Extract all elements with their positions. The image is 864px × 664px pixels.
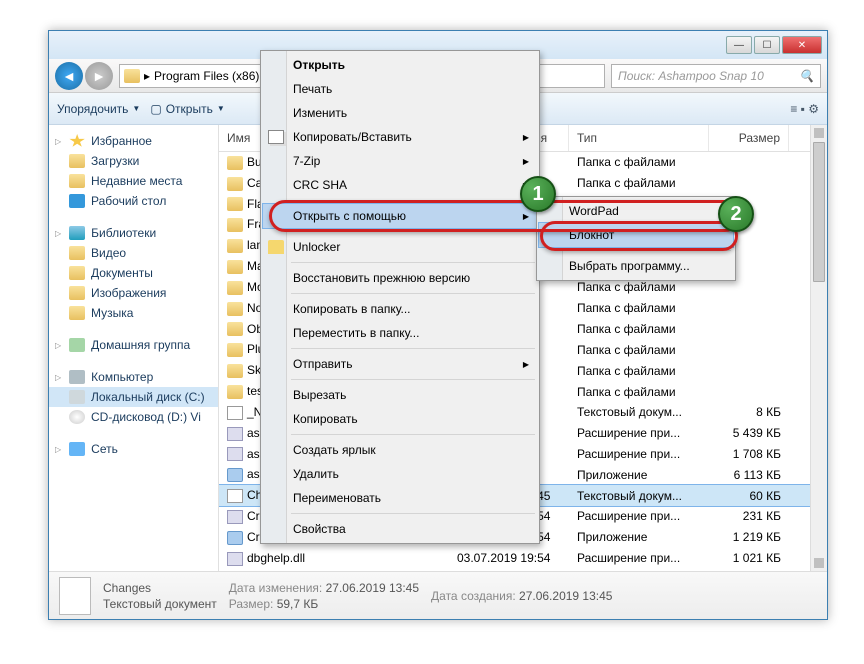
sidebar-computer[interactable]: Компьютер [49, 367, 218, 387]
search-icon: 🔍 [799, 69, 814, 83]
nav-forward-button[interactable]: ► [85, 62, 113, 90]
ctx-print[interactable]: Печать [263, 77, 537, 101]
sidebar-item-images[interactable]: Изображения [49, 283, 218, 303]
sidebar-item-downloads[interactable]: Загрузки [49, 151, 218, 171]
organize-button[interactable]: Упорядочить ▼ [57, 102, 140, 116]
openwith-submenu: WordPad Блокнот Выбрать программу... [536, 196, 736, 281]
dll-icon [227, 510, 243, 524]
ctx-7zip[interactable]: 7-Zip [263, 149, 537, 173]
sidebar-item-video[interactable]: Видео [49, 243, 218, 263]
sidebar-item-docs[interactable]: Документы [49, 263, 218, 283]
dll-icon [227, 447, 243, 461]
sidebar: Избранное Загрузки Недавние места Рабочи… [49, 125, 219, 571]
col-size[interactable]: Размер [709, 125, 789, 151]
lock-icon [268, 240, 284, 254]
dll-icon [227, 552, 243, 566]
submenu-wordpad[interactable]: WordPad [539, 199, 733, 223]
ctx-cut[interactable]: Вырезать [263, 383, 537, 407]
dll-icon [227, 427, 243, 441]
maximize-button[interactable]: ☐ [754, 36, 780, 54]
context-menu: Открыть Печать Изменить Копировать/Встав… [260, 50, 540, 544]
minimize-button[interactable]: — [726, 36, 752, 54]
search-input[interactable]: Поиск: Ashampoo Snap 10 🔍 [611, 64, 821, 88]
nav-back-button[interactable]: ◄ [55, 62, 83, 90]
sidebar-libraries[interactable]: Библиотеки [49, 223, 218, 243]
scroll-thumb[interactable] [813, 142, 825, 282]
sidebar-homegroup[interactable]: Домашняя группа [49, 335, 218, 355]
folder-icon [227, 177, 243, 191]
annotation-badge-2: 2 [718, 196, 754, 232]
ctx-restore[interactable]: Восстановить прежнюю версию [263, 266, 537, 290]
sidebar-favorites[interactable]: Избранное [49, 131, 218, 151]
folder-icon [227, 239, 243, 253]
search-placeholder: Поиск: Ashampoo Snap 10 [618, 69, 764, 83]
folder-icon [124, 69, 140, 83]
submenu-notepad[interactable]: Блокнот [539, 223, 733, 247]
folder-icon [227, 343, 243, 357]
ctx-edit[interactable]: Изменить [263, 101, 537, 125]
ctx-props[interactable]: Свойства [263, 517, 537, 541]
sidebar-item-desktop[interactable]: Рабочий стол [49, 191, 218, 211]
ctx-delete[interactable]: Удалить [263, 462, 537, 486]
folder-icon [227, 322, 243, 336]
ctx-unlocker[interactable]: Unlocker [263, 235, 537, 259]
ctx-open[interactable]: Открыть [263, 53, 537, 77]
txt-icon [227, 406, 243, 420]
folder-icon [227, 197, 243, 211]
ctx-copypaste[interactable]: Копировать/Вставить [263, 125, 537, 149]
open-button[interactable]: ▢ Открыть ▼ [150, 102, 224, 116]
annotation-badge-1: 1 [520, 176, 556, 212]
breadcrumb-path[interactable]: Program Files (x86) [154, 69, 259, 83]
folder-icon [227, 385, 243, 399]
sidebar-item-cddrive[interactable]: CD-дисковод (D:) Vi [49, 407, 218, 427]
txt-icon [227, 489, 243, 503]
submenu-choose[interactable]: Выбрать программу... [539, 254, 733, 278]
folder-icon [227, 302, 243, 316]
ctx-copy[interactable]: Копировать [263, 407, 537, 431]
file-row[interactable]: dbghelp.dll03.07.2019 19:54Расширение пр… [219, 548, 827, 569]
breadcrumb-sep: ▸ [144, 69, 150, 83]
sidebar-item-music[interactable]: Музыка [49, 303, 218, 323]
col-type[interactable]: Тип [569, 125, 709, 151]
ctx-sendto[interactable]: Отправить [263, 352, 537, 376]
ctx-moveto[interactable]: Переместить в папку... [263, 321, 537, 345]
ctx-openwith[interactable]: Открыть с помощью [263, 204, 537, 228]
folder-icon [227, 260, 243, 274]
exe-icon [227, 531, 243, 545]
exe-icon [227, 468, 243, 482]
ctx-rename[interactable]: Переименовать [263, 486, 537, 510]
ctx-copyto[interactable]: Копировать в папку... [263, 297, 537, 321]
scrollbar[interactable] [810, 125, 827, 571]
sidebar-network[interactable]: Сеть [49, 439, 218, 459]
status-filename: Changes [103, 581, 217, 595]
folder-icon [227, 281, 243, 295]
ctx-crc[interactable]: CRC SHA [263, 173, 537, 197]
statusbar: Changes Текстовый документ Дата изменени… [49, 571, 827, 619]
sidebar-item-localdisk[interactable]: Локальный диск (C:) [49, 387, 218, 407]
ctx-shortcut[interactable]: Создать ярлык [263, 438, 537, 462]
folder-icon [227, 156, 243, 170]
status-filetype: Текстовый документ [103, 597, 217, 611]
sidebar-item-recent[interactable]: Недавние места [49, 171, 218, 191]
folder-icon [227, 218, 243, 232]
view-buttons[interactable]: ≡ ▪ ⚙ [790, 102, 819, 116]
folder-icon [227, 364, 243, 378]
copy-icon [268, 130, 284, 144]
close-button[interactable]: ✕ [782, 36, 822, 54]
file-icon [59, 577, 91, 615]
